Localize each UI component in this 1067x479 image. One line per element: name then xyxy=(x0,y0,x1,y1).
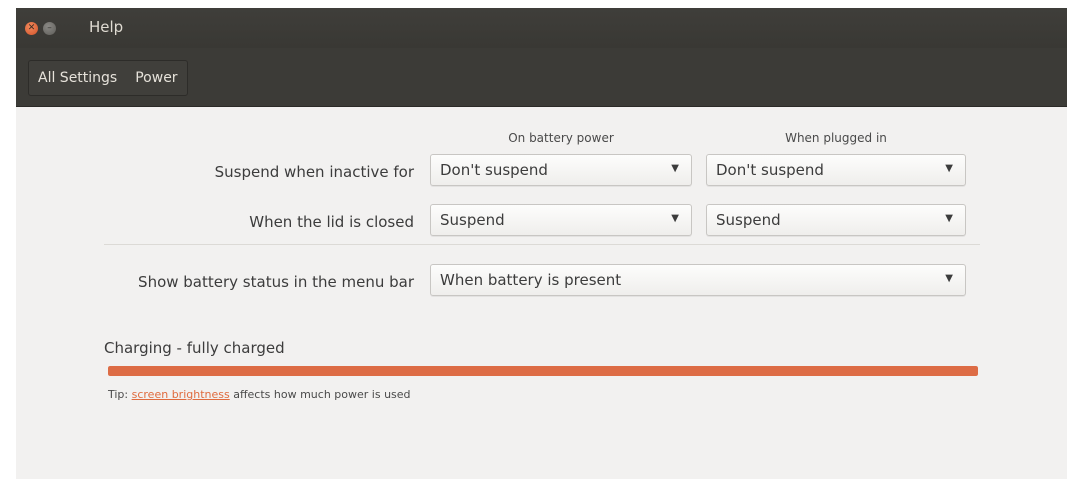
column-header-battery: On battery power xyxy=(508,131,614,145)
dropdown-arrow-icon: ▼ xyxy=(945,213,953,224)
lid-plugged-value: Suspend xyxy=(716,211,781,229)
column-header-plugged: When plugged in xyxy=(785,131,887,145)
toolbar: All Settings Power xyxy=(16,48,1067,107)
power-tip: Tip: screen brightness affects how much … xyxy=(108,388,411,401)
dropdown-arrow-icon: ▼ xyxy=(945,163,953,174)
suspend-plugged-dropdown[interactable]: Don't suspend ▼ xyxy=(706,154,966,186)
breadcrumb-all-settings[interactable]: All Settings xyxy=(29,61,126,95)
dropdown-arrow-icon: ▼ xyxy=(945,273,953,284)
battery-status-value: When battery is present xyxy=(440,271,622,289)
window-title: Help xyxy=(89,18,124,36)
tip-prefix: Tip: xyxy=(108,388,132,401)
tip-suffix: affects how much power is used xyxy=(229,388,411,401)
section-divider xyxy=(104,244,980,245)
dropdown-arrow-icon: ▼ xyxy=(671,163,679,174)
lid-battery-dropdown[interactable]: Suspend ▼ xyxy=(430,204,692,236)
minimize-icon[interactable]: – xyxy=(43,22,56,35)
suspend-battery-value: Don't suspend xyxy=(440,161,548,179)
settings-panel: On battery power When plugged in Suspend… xyxy=(16,107,1067,479)
suspend-battery-dropdown[interactable]: Don't suspend ▼ xyxy=(430,154,692,186)
battery-level-fill xyxy=(108,366,978,376)
power-settings-window: ✕ – Help All Settings Power On battery p… xyxy=(16,8,1067,479)
battery-status-dropdown[interactable]: When battery is present ▼ xyxy=(430,264,966,296)
screen-brightness-link[interactable]: screen brightness xyxy=(132,388,230,401)
lid-battery-value: Suspend xyxy=(440,211,505,229)
breadcrumb-power[interactable]: Power xyxy=(126,61,186,95)
suspend-inactive-label: Suspend when inactive for xyxy=(214,163,414,181)
close-icon[interactable]: ✕ xyxy=(25,22,38,35)
battery-level-bar xyxy=(108,366,978,376)
charging-status-label: Charging - fully charged xyxy=(104,339,285,357)
lid-plugged-dropdown[interactable]: Suspend ▼ xyxy=(706,204,966,236)
battery-status-label: Show battery status in the menu bar xyxy=(138,273,414,291)
suspend-plugged-value: Don't suspend xyxy=(716,161,824,179)
lid-closed-label: When the lid is closed xyxy=(249,213,414,231)
dropdown-arrow-icon: ▼ xyxy=(671,213,679,224)
title-bar: ✕ – Help xyxy=(16,8,1067,48)
breadcrumb: All Settings Power xyxy=(28,60,188,96)
